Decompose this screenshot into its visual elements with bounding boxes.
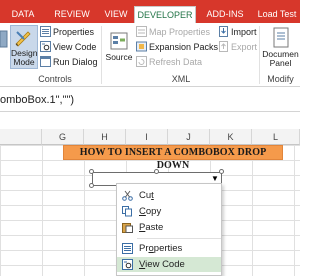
- ribbon-tabs: DATA REVIEW VIEW DEVELOPER ADD-INS Load …: [0, 6, 300, 24]
- design-mode-label-2: Mode: [13, 57, 35, 67]
- document-panel-label-2: Panel: [269, 58, 292, 68]
- menu-item-properties[interactable]: Properties: [117, 241, 221, 256]
- map-properties-button[interactable]: Map Properties: [136, 26, 210, 39]
- source-label: Source: [105, 52, 133, 62]
- view-code-icon: [40, 41, 51, 52]
- menu-item-copy[interactable]: Copy: [117, 204, 221, 219]
- design-mode-button[interactable]: Design Mode: [10, 25, 38, 69]
- expansion-packs-icon: [136, 41, 147, 52]
- formula-bar[interactable]: omboBox.1",""): [0, 88, 300, 112]
- document-panel-icon: [273, 27, 288, 48]
- menu-item-paste-label: Paste: [139, 222, 164, 233]
- properties-icon: [122, 243, 133, 254]
- column-header-g[interactable]: G: [42, 129, 84, 145]
- column-header-k[interactable]: K: [210, 129, 252, 145]
- export-label: Export: [231, 42, 258, 52]
- menu-item-cut[interactable]: Cut: [117, 188, 221, 203]
- run-dialog-icon: [40, 56, 51, 67]
- column-header-i[interactable]: I: [126, 129, 168, 145]
- modify-group-label: Modify: [267, 74, 294, 84]
- insert-controls-button[interactable]: [0, 29, 8, 51]
- column-header-partial: [0, 129, 42, 145]
- column-header-l[interactable]: L: [252, 129, 300, 145]
- toolbar-gap: [0, 113, 300, 129]
- ribbon: Design Mode Properties View Code Run Dia…: [0, 23, 300, 87]
- view-code-button[interactable]: View Code: [40, 41, 96, 54]
- properties-button[interactable]: Properties: [40, 26, 94, 39]
- run-dialog-button[interactable]: Run Dialog: [40, 56, 98, 69]
- menu-separator: [137, 238, 221, 239]
- source-button[interactable]: Source: [104, 31, 134, 62]
- refresh-data-label: Refresh Data: [149, 57, 203, 67]
- menu-item-copy-label: Copy: [139, 206, 162, 217]
- document-panel-button[interactable]: Documen Panel: [261, 27, 300, 68]
- column-header-j[interactable]: J: [168, 129, 210, 145]
- expansion-packs-button[interactable]: Expansion Packs: [136, 41, 218, 54]
- tab-review[interactable]: REVIEW: [50, 6, 94, 23]
- refresh-data-button[interactable]: Refresh Data: [136, 56, 202, 69]
- import-button[interactable]: Import: [218, 26, 257, 39]
- resize-handle[interactable]: [89, 183, 94, 188]
- resize-handle[interactable]: [89, 169, 94, 174]
- tab-add-ins[interactable]: ADD-INS: [200, 6, 250, 23]
- context-menu: Cut Copy Paste Properties View Code: [116, 183, 222, 276]
- map-properties-label: Map Properties: [149, 27, 211, 37]
- source-icon: [110, 32, 128, 50]
- controls-group-label: Controls: [38, 74, 72, 84]
- tab-load-test[interactable]: Load Test: [254, 6, 300, 23]
- view-code-icon: [122, 259, 133, 270]
- export-icon: [219, 41, 228, 52]
- menu-item-cut-label: Cut: [139, 190, 154, 201]
- export-button[interactable]: Export: [218, 41, 257, 54]
- resize-handle[interactable]: [154, 169, 159, 174]
- menu-item-paste[interactable]: Paste: [117, 220, 221, 235]
- tab-view[interactable]: VIEW: [102, 6, 130, 23]
- resize-handle[interactable]: [219, 169, 224, 174]
- run-dialog-label: Run Dialog: [53, 57, 98, 67]
- group-divider: [259, 26, 260, 84]
- menu-item-view-code-label: View Code: [139, 259, 185, 270]
- copy-icon: [122, 206, 132, 217]
- design-mode-icon: [15, 31, 31, 47]
- import-label: Import: [231, 27, 257, 37]
- title-banner-cell[interactable]: HOW TO INSERT A COMBOBOX DROP DOWN: [63, 145, 283, 171]
- column-header-h[interactable]: H: [84, 129, 126, 145]
- properties-label: Properties: [53, 27, 95, 37]
- tab-data[interactable]: DATA: [6, 6, 40, 23]
- toolbox-icon: [0, 30, 8, 48]
- tab-developer[interactable]: DEVELOPER: [134, 6, 196, 24]
- scissors-icon: [122, 190, 133, 201]
- menu-item-properties-label: Properties: [139, 243, 183, 254]
- properties-icon: [40, 26, 51, 37]
- refresh-data-icon: [136, 56, 147, 67]
- menu-item-view-code[interactable]: View Code: [117, 257, 221, 272]
- map-properties-icon: [136, 26, 147, 37]
- expansion-packs-label: Expansion Packs: [149, 42, 219, 52]
- xml-group-label: XML: [171, 74, 191, 84]
- paste-icon: [122, 223, 133, 233]
- view-code-label: View Code: [53, 42, 97, 52]
- group-divider: [101, 26, 102, 84]
- import-icon: [219, 26, 228, 37]
- formula-text: omboBox.1",""): [0, 94, 75, 106]
